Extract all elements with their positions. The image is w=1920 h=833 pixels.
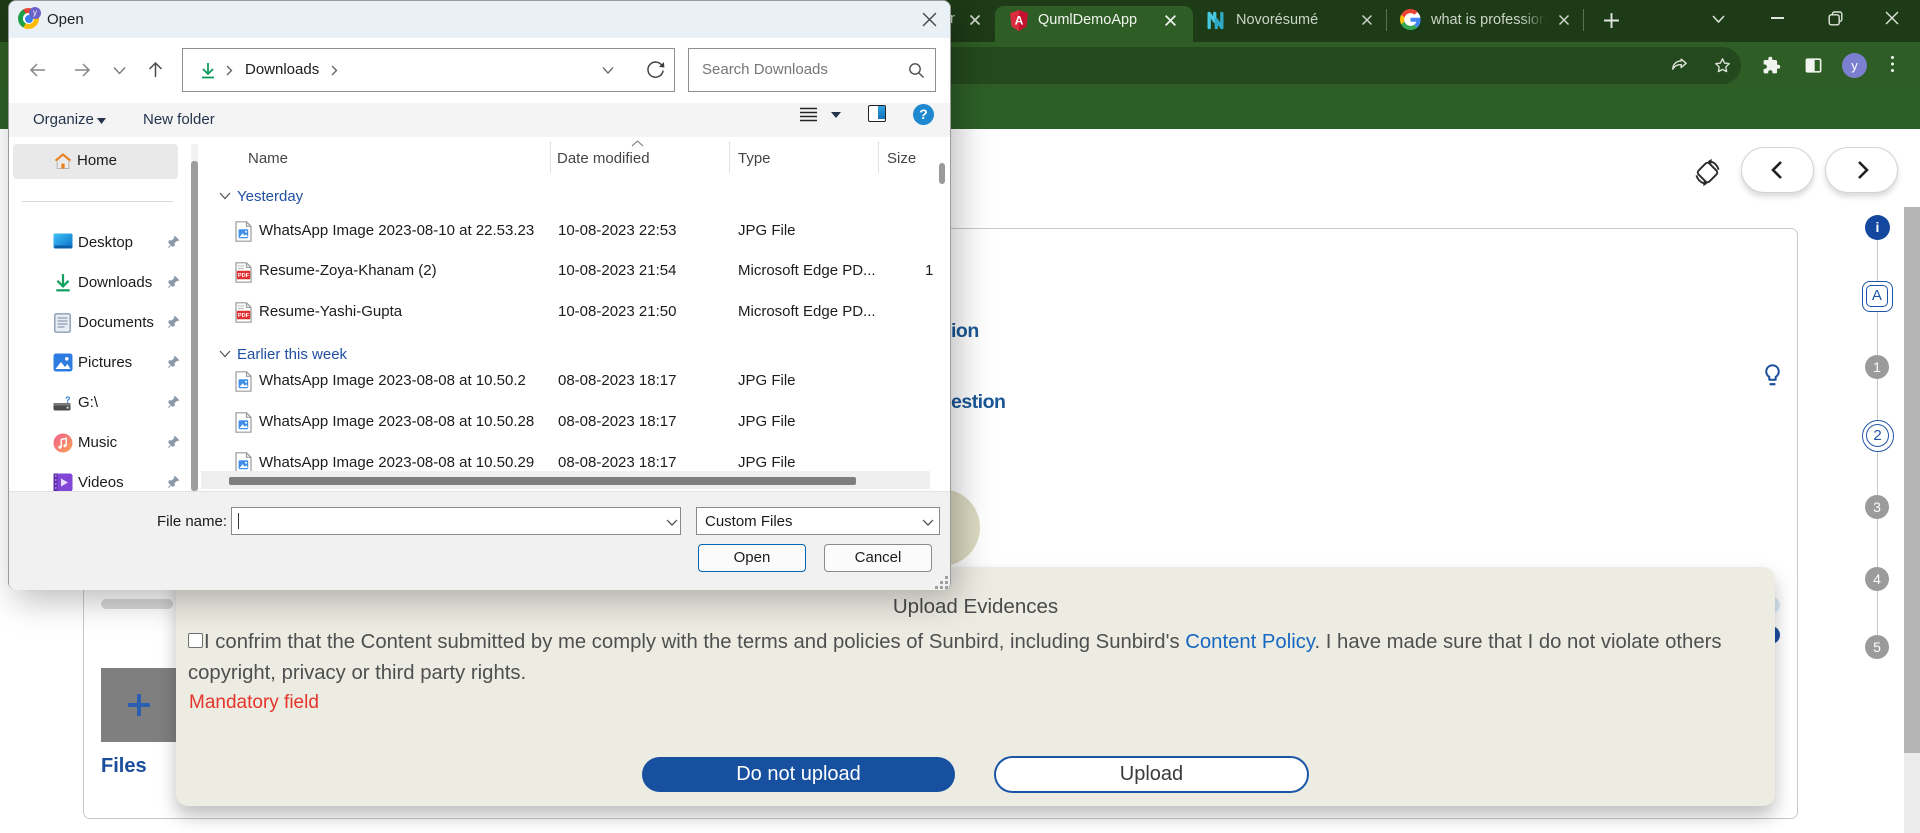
- svg-text:PDF: PDF: [238, 273, 250, 279]
- svg-text:A: A: [1015, 14, 1024, 28]
- svg-text:PDF: PDF: [238, 313, 250, 319]
